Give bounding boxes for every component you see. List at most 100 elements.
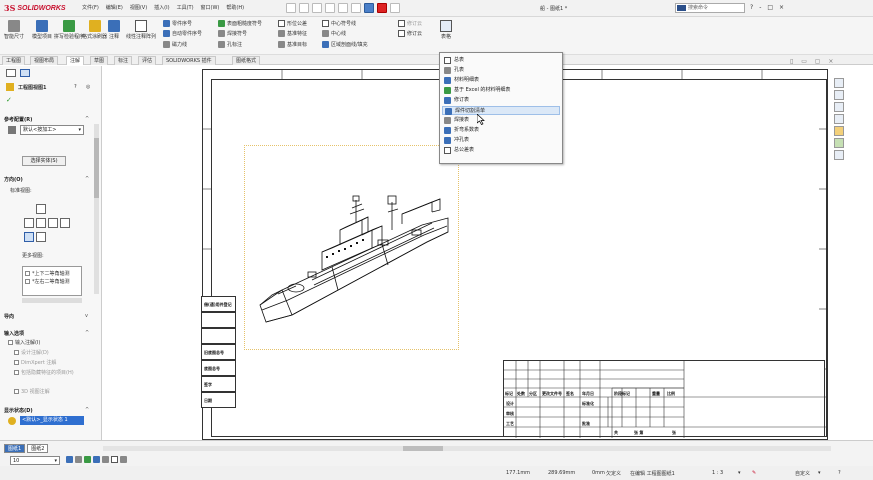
undo-icon[interactable] [351, 3, 361, 13]
center-mark-button[interactable]: 中心符号线 [322, 20, 356, 27]
solidworks-logo[interactable]: 3S SOLIDWORKS [4, 2, 66, 14]
tab-solidworks-addins[interactable]: SOLIDWORKS 插件 [162, 56, 216, 65]
options-icon[interactable] [390, 3, 400, 13]
design-library-icon[interactable] [834, 102, 844, 112]
view-current-icon[interactable] [36, 232, 46, 242]
select-icon[interactable] [364, 3, 374, 13]
tab-evaluate[interactable]: 评估 [138, 56, 157, 65]
property-manager-tab-icon[interactable] [20, 69, 30, 77]
menu-insert[interactable]: 插入(I) [154, 4, 169, 11]
feature-manager-tab-icon[interactable] [6, 69, 16, 77]
rebuild-icon[interactable] [377, 3, 387, 13]
config-select[interactable]: 默认<按加工> ▾ [20, 125, 84, 135]
grid-icon[interactable] [102, 456, 109, 463]
custom-properties-icon[interactable] [834, 150, 844, 160]
ok-check-icon[interactable]: ✓ [6, 96, 12, 104]
menu-file[interactable]: 文件(F) [82, 4, 99, 11]
zoom-fit-icon[interactable] [66, 456, 73, 463]
list-horizontal-scrollbar[interactable] [22, 298, 82, 303]
auto-balloon-button[interactable]: 自动零件序号 [163, 30, 202, 37]
datum-feature-button[interactable]: 基准特征 [278, 30, 307, 37]
appearances-icon[interactable] [834, 138, 844, 148]
note-button[interactable]: 注释 [108, 20, 120, 40]
view-right-icon[interactable] [48, 218, 58, 228]
balloon-button[interactable]: 零件序号 [163, 20, 192, 27]
revision-symbol-button[interactable]: 修订云 [398, 20, 422, 27]
menu-view[interactable]: 视图(V) [130, 4, 147, 11]
zoom-select[interactable]: 10 ▾ [10, 456, 60, 465]
rebuild-status-icon[interactable]: ✎ [752, 470, 756, 476]
revision-cloud-button[interactable]: 修订云 [398, 30, 422, 37]
menu-window[interactable]: 窗口(W) [201, 4, 220, 11]
view-left-icon[interactable] [24, 218, 34, 228]
tab-view-layout[interactable]: 视图布局 [30, 56, 59, 65]
open-icon[interactable] [312, 3, 322, 13]
minimize-button[interactable]: - [759, 4, 761, 11]
resources-icon[interactable] [834, 90, 844, 100]
menu-item-bend-table[interactable]: 折弯系数表 [442, 126, 560, 135]
design-annotations-checkbox[interactable]: 设计注解(D) [14, 349, 49, 356]
sheet-tab-1[interactable]: 图纸1 [4, 444, 26, 453]
menu-item-excel-bom[interactable]: 基于 Excel 的材料明细表 [442, 86, 560, 95]
smart-dimension-button[interactable]: 智能尺寸 [4, 20, 24, 40]
help-icon[interactable]: ? [750, 4, 753, 11]
tab-annotation[interactable]: 注解 [66, 56, 85, 65]
menu-item-hole-table[interactable]: 孔表 [442, 66, 560, 75]
view-palette-icon[interactable] [834, 126, 844, 136]
pan-icon[interactable] [84, 456, 91, 463]
ship-isometric-view[interactable] [252, 190, 452, 340]
display-state-item[interactable]: <默认>_显示状态 1 [20, 416, 84, 425]
menu-item-bom[interactable]: 材料明细表 [442, 76, 560, 85]
new-icon[interactable] [299, 3, 309, 13]
scrollbar-thumb[interactable] [403, 446, 443, 451]
view-isometric-icon[interactable] [24, 232, 34, 242]
save-icon[interactable] [325, 3, 335, 13]
menu-item-weld-table[interactable]: 焊接表 [442, 116, 560, 125]
menu-item-punch-table[interactable]: 冲孔表 [442, 136, 560, 145]
datum-target-button[interactable]: 基准目标 [278, 41, 307, 48]
dimxpert-annotations-checkbox[interactable]: DimXpert 注解 [14, 359, 56, 366]
view-back-icon[interactable] [60, 218, 70, 228]
menu-tools[interactable]: 工具(T) [177, 4, 194, 11]
format-painter-button[interactable]: 格式涂刷器 [82, 20, 107, 40]
model-items-button[interactable]: 模型项目 [32, 20, 52, 40]
3d-view-annotations-checkbox[interactable]: 3D 视图注解 [14, 388, 50, 395]
zoom-area-icon[interactable] [75, 456, 82, 463]
maximize-button[interactable]: □ [767, 4, 773, 11]
checkbox[interactable] [25, 271, 30, 276]
list-item[interactable]: *左右二等角轴测 [25, 278, 70, 285]
menu-edit[interactable]: 编辑(E) [106, 4, 123, 11]
home-icon[interactable] [834, 78, 844, 88]
status-units[interactable]: 自定义 [795, 470, 810, 477]
title-block[interactable]: 标记 处数 分区 更改文件号 签名 年月日 设计 标准化 审核 工艺 批准 阶段… [503, 360, 826, 438]
hole-callout-button[interactable]: 孔标注 [218, 41, 242, 48]
menu-item-revision-table[interactable]: 修订表 [442, 96, 560, 105]
display-icon[interactable] [120, 456, 127, 463]
status-scale-chevron-icon[interactable]: ▾ [738, 470, 741, 476]
tab-drawing[interactable]: 工程图 [2, 56, 26, 65]
select-body-button[interactable]: 选择实体(S) [22, 156, 66, 166]
checkbox[interactable] [25, 279, 30, 284]
file-explorer-icon[interactable] [834, 114, 844, 124]
help-icon[interactable]: ? [74, 84, 77, 90]
snap-icon[interactable] [111, 456, 118, 463]
panel-scrollbar[interactable] [94, 124, 99, 294]
linear-note-pattern-button[interactable]: 线性注释阵列 [126, 20, 156, 40]
sketch-icon[interactable] [93, 456, 100, 463]
menu-help[interactable]: 帮助(H) [226, 4, 244, 11]
include-hidden-checkbox[interactable]: 包括隐藏特征的项目(H) [14, 369, 74, 376]
viewport-controls[interactable]: ▯ ▭ ▢ × [790, 58, 836, 65]
import-annotations-checkbox[interactable]: 输入注解(I) [8, 339, 40, 346]
tables-button[interactable]: 表格 [440, 20, 452, 40]
collapse-icon[interactable]: ^ [85, 176, 89, 182]
geometric-tolerance-button[interactable]: 形位公差 [278, 20, 307, 27]
print-icon[interactable] [338, 3, 348, 13]
pin-icon[interactable]: ◎ [86, 84, 90, 90]
horizontal-scrollbar[interactable] [103, 446, 831, 451]
help-status-icon[interactable]: ? [838, 470, 841, 476]
home-icon[interactable] [286, 3, 296, 13]
area-hatch-button[interactable]: 区域剖面线/填充 [322, 41, 368, 48]
centerline-button[interactable]: 中心线 [322, 30, 346, 37]
collapse-icon[interactable]: ^ [85, 116, 89, 122]
weld-symbol-button[interactable]: 焊接符号 [218, 30, 247, 37]
